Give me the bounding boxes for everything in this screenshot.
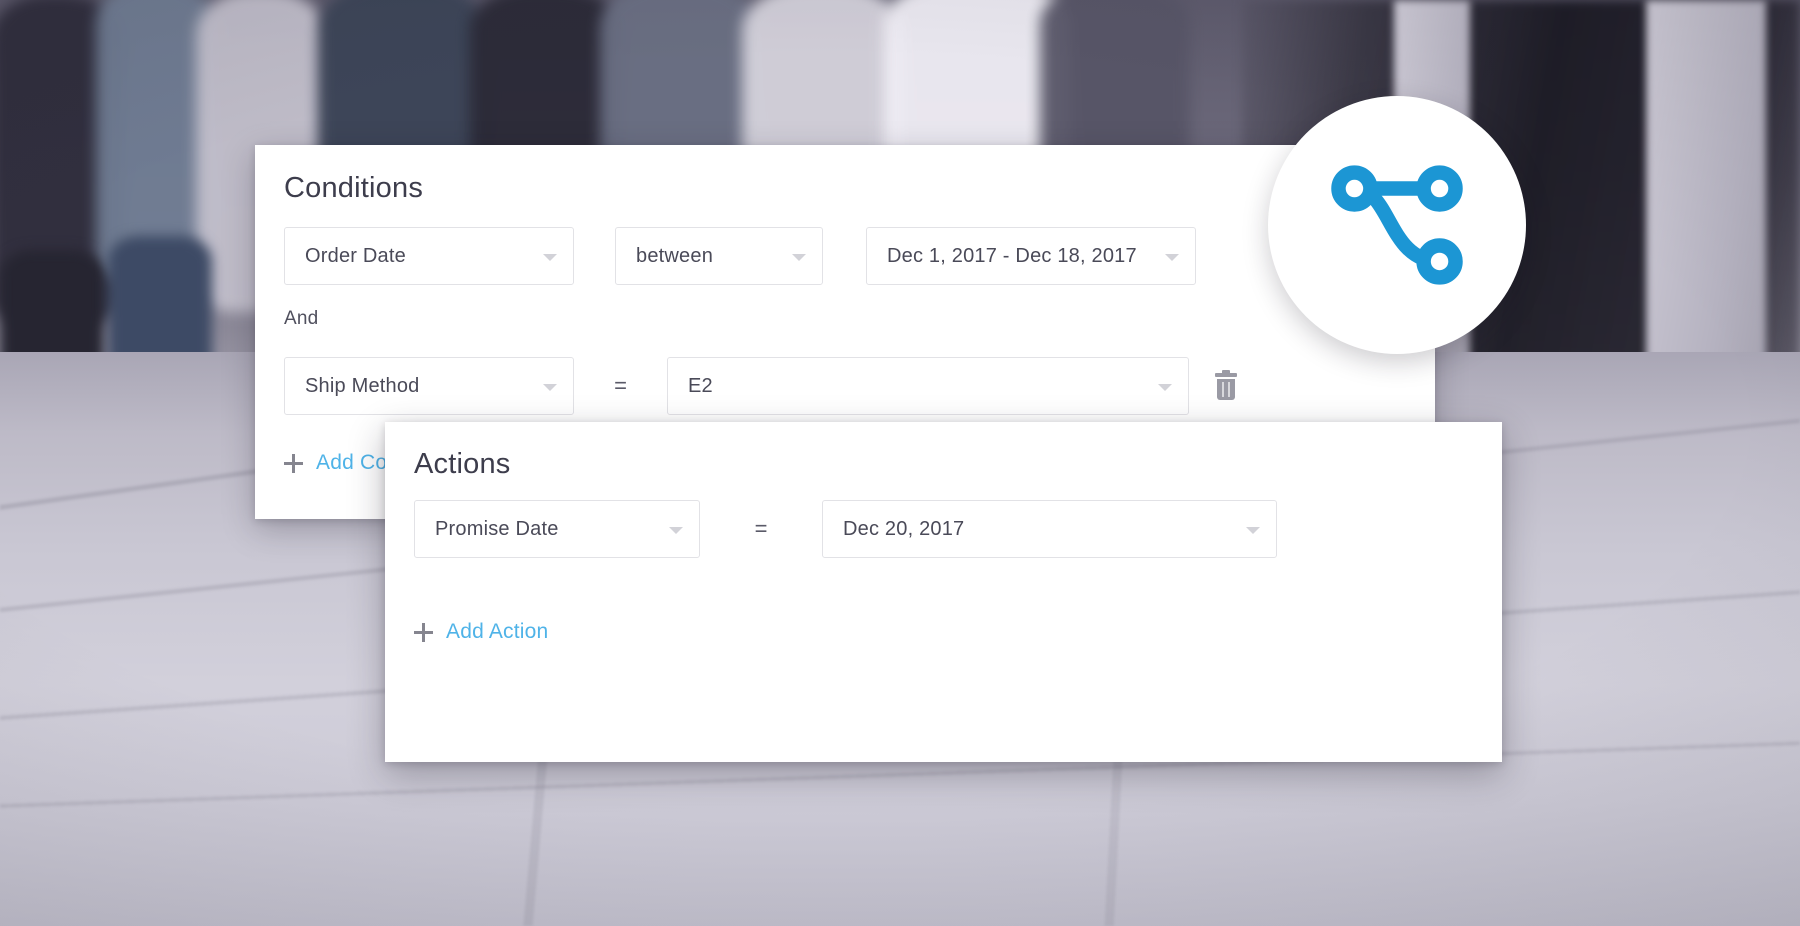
action-attribute-value: Promise Date	[435, 517, 559, 540]
workflow-branch-icon	[1331, 165, 1463, 285]
condition-attribute-select[interactable]: Ship Method	[284, 357, 574, 415]
action-value-dateselect[interactable]: Dec 20, 2017	[822, 500, 1277, 558]
action-operator-equals: =	[754, 516, 768, 541]
add-action-label: Add Action	[446, 620, 549, 643]
add-action-button[interactable]: Add Action	[414, 620, 548, 644]
conjunction-label: And	[284, 308, 319, 329]
condition-operator-value: between	[636, 244, 714, 267]
condition-row: Ship Method = E2	[284, 357, 1263, 415]
condition-attribute-value: Ship Method	[305, 374, 420, 397]
condition-conjunction: And	[284, 308, 318, 330]
chevron-down-icon	[669, 527, 683, 534]
condition-value-input[interactable]: E2	[667, 357, 1189, 415]
chevron-down-icon	[792, 254, 806, 261]
condition-attribute-value: Order Date	[305, 244, 406, 267]
condition-row: Order Date between Dec 1, 2017 - Dec 18,…	[284, 227, 1196, 285]
condition-attribute-select[interactable]: Order Date	[284, 227, 574, 285]
chevron-down-icon	[1246, 527, 1260, 534]
actions-panel: Actions Promise Date = Dec 20, 2017 Add …	[385, 422, 1502, 762]
condition-value-daterange[interactable]: Dec 1, 2017 - Dec 18, 2017	[866, 227, 1196, 285]
actions-title: Actions	[414, 448, 511, 480]
chevron-down-icon	[1158, 384, 1172, 391]
chevron-down-icon	[543, 384, 557, 391]
action-row: Promise Date = Dec 20, 2017	[414, 500, 1277, 558]
trash-icon	[1215, 369, 1237, 400]
chevron-down-icon	[543, 254, 557, 261]
plus-icon	[284, 453, 303, 473]
action-attribute-select[interactable]: Promise Date	[414, 500, 700, 558]
condition-value-text: Dec 1, 2017 - Dec 18, 2017	[887, 244, 1137, 267]
condition-value-text: E2	[688, 374, 713, 397]
condition-operator-select[interactable]: between	[615, 227, 823, 285]
condition-operator-equals: =	[614, 373, 627, 398]
delete-condition-button[interactable]	[1189, 357, 1263, 415]
action-value-text: Dec 20, 2017	[843, 517, 965, 540]
chevron-down-icon	[1165, 254, 1179, 261]
brand-logo-badge	[1268, 96, 1526, 354]
conditions-title: Conditions	[284, 172, 424, 204]
plus-icon	[414, 622, 433, 642]
